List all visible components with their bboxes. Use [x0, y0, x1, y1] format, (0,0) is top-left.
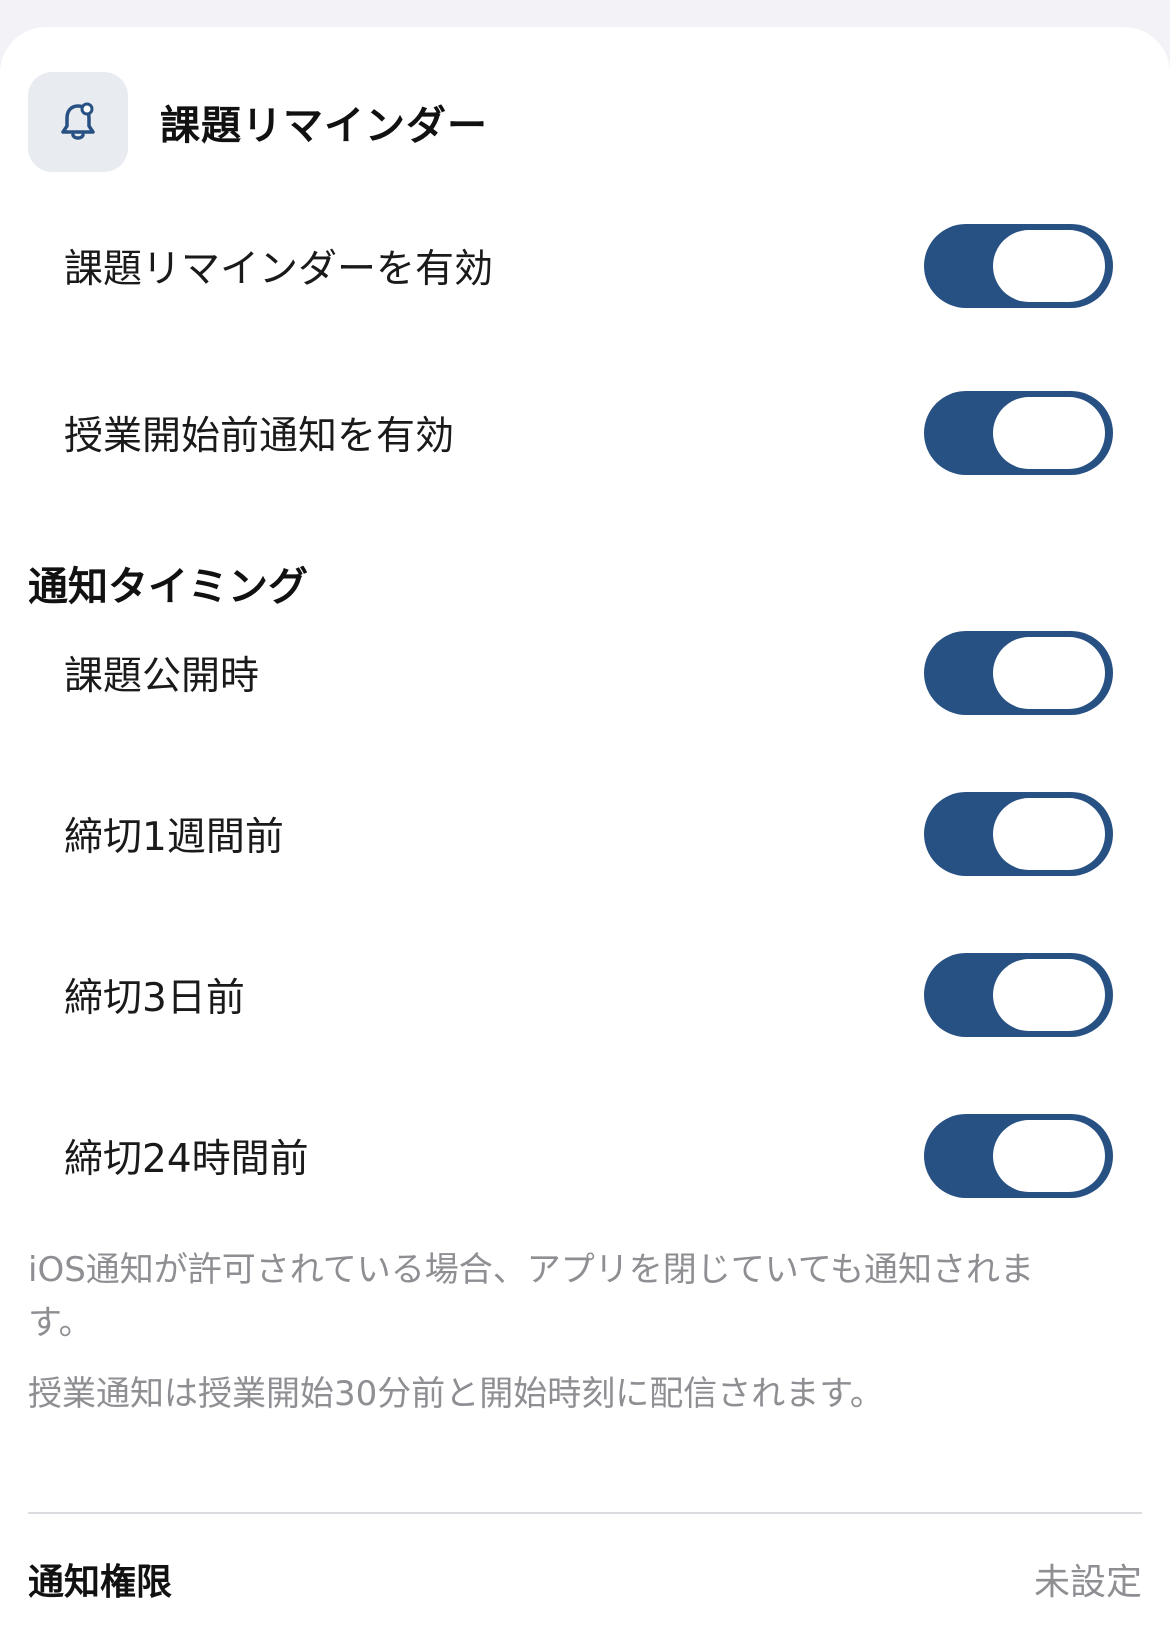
- assignment-reminder-toggle[interactable]: [924, 224, 1113, 308]
- notification-permission-value[interactable]: 未設定: [1034, 1553, 1142, 1605]
- reminder-settings-card: 課題リマインダー 課題リマインダーを有効 授業開始前通知を有効 通知タイミング …: [0, 27, 1170, 1640]
- bell-icon: [61, 102, 95, 140]
- toggle-knob: [993, 637, 1105, 709]
- section-title: 課題リマインダー: [160, 103, 488, 149]
- setting-label: 締切3日前: [64, 976, 245, 1021]
- setting-label: 課題リマインダーを有効: [64, 247, 494, 292]
- toggle-knob: [993, 230, 1105, 302]
- toggle-knob: [993, 397, 1105, 469]
- one-week-before-toggle[interactable]: [924, 792, 1113, 876]
- section-header: 課題リマインダー: [28, 72, 488, 172]
- setting-label: 課題公開時: [64, 654, 260, 699]
- timing-section-title: 通知タイミング: [28, 564, 308, 610]
- class-notification-note: 授業通知は授業開始30分前と開始時刻に配信されます。: [28, 1374, 884, 1414]
- ios-notification-note: iOS通知が許可されている場合、アプリを閉じていても通知されます。: [28, 1250, 1035, 1343]
- divider: [28, 1512, 1142, 1514]
- setting-label: 授業開始前通知を有効: [64, 414, 455, 459]
- notification-permission-row[interactable]: 通知権限 未設定: [0, 1549, 1170, 1609]
- setting-row-three-days-before: 締切3日前: [0, 953, 1170, 1037]
- setting-row-class-start-notification: 授業開始前通知を有効: [0, 391, 1170, 475]
- bell-icon-tile: [28, 72, 128, 172]
- class-start-notification-toggle[interactable]: [924, 391, 1113, 475]
- 24-hours-before-toggle[interactable]: [924, 1114, 1113, 1198]
- setting-row-assignment-reminder: 課題リマインダーを有効: [0, 224, 1170, 308]
- setting-row-24-hours-before: 締切24時間前: [0, 1114, 1170, 1198]
- setting-row-one-week-before: 締切1週間前: [0, 792, 1170, 876]
- on-publish-toggle[interactable]: [924, 631, 1113, 715]
- toggle-knob: [993, 959, 1105, 1031]
- setting-label: 締切1週間前: [64, 815, 284, 860]
- notification-permission-label: 通知権限: [28, 1562, 173, 1603]
- toggle-knob: [993, 798, 1105, 870]
- setting-label: 締切24時間前: [64, 1137, 309, 1182]
- toggle-knob: [993, 1120, 1105, 1192]
- setting-row-on-publish: 課題公開時: [0, 631, 1170, 715]
- three-days-before-toggle[interactable]: [924, 953, 1113, 1037]
